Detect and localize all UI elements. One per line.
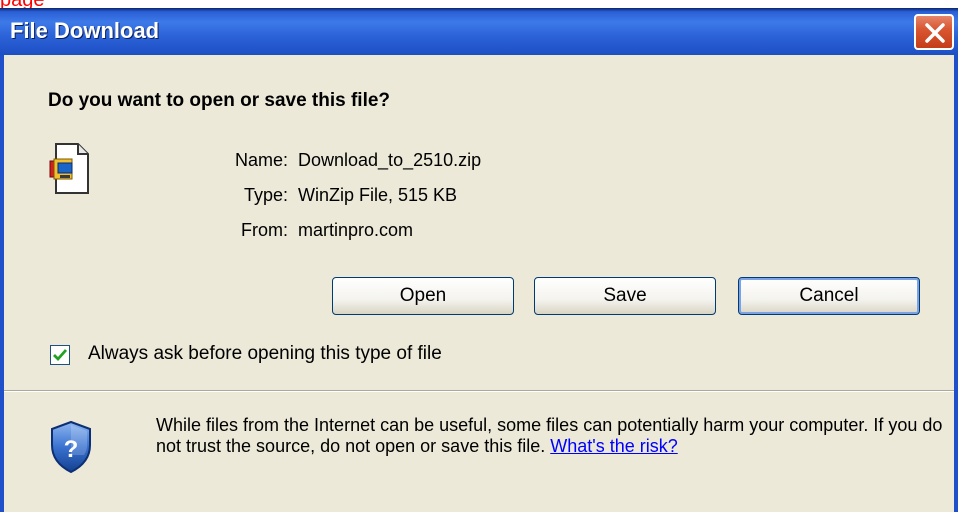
- dialog-body: Do you want to open or save this file? N…: [4, 55, 954, 512]
- always-ask-checkbox[interactable]: [50, 345, 70, 365]
- save-button[interactable]: Save: [534, 277, 716, 315]
- file-from-value: martinpro.com: [298, 220, 414, 240]
- security-warning: While files from the Internet can be use…: [156, 415, 946, 457]
- separator-line: [4, 390, 954, 392]
- file-from-row: From: martinpro.com: [184, 217, 413, 243]
- window-border-right: [954, 55, 958, 512]
- title-bar[interactable]: File Download: [0, 8, 958, 55]
- file-type-row: Type: WinZip File, 515 KB: [184, 182, 457, 208]
- file-type-label: Type:: [243, 185, 288, 205]
- dialog-title: File Download: [10, 18, 160, 43]
- file-name-label: Name:: [234, 150, 288, 170]
- close-button[interactable]: [914, 14, 954, 50]
- file-name-row: Name: Download_to_2510.zip: [184, 147, 481, 173]
- cancel-button[interactable]: Cancel: [738, 277, 920, 315]
- open-save-question: Do you want to open or save this file?: [48, 90, 391, 111]
- file-type-value: WinZip File, 515 KB: [298, 185, 458, 205]
- file-name-value: Download_to_2510.zip: [298, 150, 482, 170]
- svg-text:?: ?: [64, 436, 79, 463]
- security-shield-icon: ?: [51, 420, 91, 474]
- close-icon: [925, 23, 945, 43]
- whats-the-risk-link[interactable]: What's the risk?: [550, 436, 677, 456]
- always-ask-label[interactable]: Always ask before opening this type of f…: [88, 342, 442, 366]
- checkmark-icon: [53, 349, 68, 362]
- file-from-label: From:: [241, 220, 288, 240]
- open-button[interactable]: Open: [332, 277, 514, 315]
- file-download-dialog: File Download Do you want to open or sav…: [0, 8, 958, 512]
- winzip-file-icon: [49, 143, 89, 194]
